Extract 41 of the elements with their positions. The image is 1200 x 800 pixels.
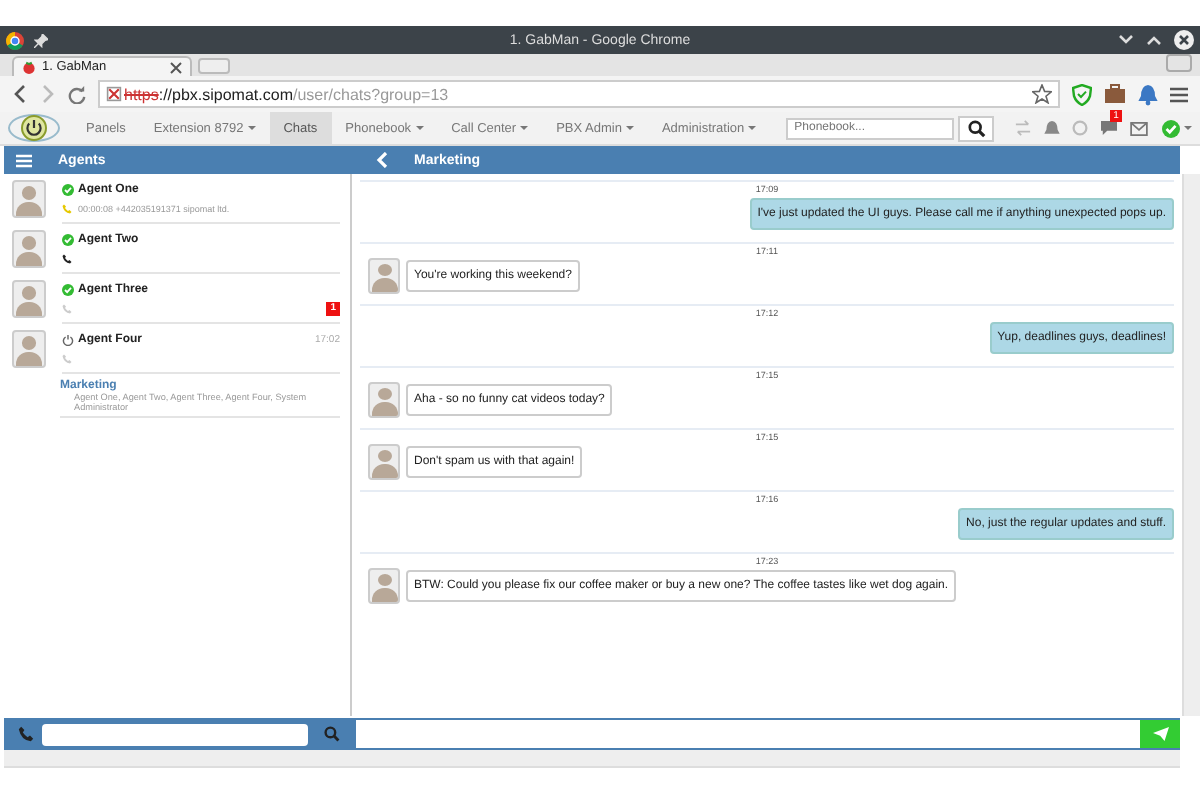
phone-icon — [17, 726, 33, 742]
paper-plane-icon — [1151, 726, 1169, 742]
send-button[interactable] — [1140, 720, 1180, 748]
close-tab-icon[interactable] — [170, 61, 182, 73]
avatar-placeholder — [12, 180, 46, 218]
scrollbar[interactable] — [4, 750, 1180, 768]
tomato-icon — [22, 60, 36, 74]
avatar-placeholder — [368, 258, 400, 294]
avatar-placeholder — [12, 230, 46, 268]
chat-bubble-icon[interactable] — [1100, 120, 1119, 136]
reload-icon[interactable] — [68, 85, 86, 103]
dial-input-field[interactable] — [42, 723, 308, 745]
logo-button[interactable] — [8, 114, 60, 142]
address-bar[interactable]: https://pbx.sipomat.com/user/chats?group=13 — [98, 80, 1060, 108]
scrollbar[interactable] — [1182, 174, 1200, 716]
check-icon — [1162, 119, 1180, 137]
avatar-placeholder — [368, 444, 400, 480]
search-icon — [324, 726, 340, 742]
minimize-icon[interactable] — [1118, 34, 1134, 46]
bell-icon[interactable] — [1138, 83, 1158, 105]
power-icon — [20, 114, 48, 142]
briefcase-icon[interactable] — [1104, 84, 1126, 104]
status-dropdown[interactable] — [1162, 119, 1192, 137]
avatar-placeholder — [12, 280, 46, 318]
insecure-icon — [106, 86, 122, 102]
menu-icon[interactable] — [1170, 85, 1188, 103]
envelope-icon[interactable] — [1130, 121, 1149, 135]
star-icon[interactable] — [1032, 84, 1052, 104]
pin-icon[interactable] — [34, 33, 48, 47]
avatar-placeholder — [368, 382, 400, 418]
shield-icon[interactable] — [1072, 83, 1092, 105]
back-icon[interactable] — [12, 84, 28, 104]
browser-logo-icon — [6, 31, 24, 49]
avatar-placeholder — [12, 330, 46, 368]
message-input-field[interactable] — [356, 720, 1140, 748]
bell-icon[interactable] — [1044, 119, 1061, 137]
close-icon[interactable] — [1174, 30, 1194, 50]
avatar-placeholder — [368, 568, 400, 604]
maximize-icon[interactable] — [1146, 34, 1162, 46]
search-button[interactable] — [958, 115, 995, 141]
search-icon — [967, 119, 986, 137]
